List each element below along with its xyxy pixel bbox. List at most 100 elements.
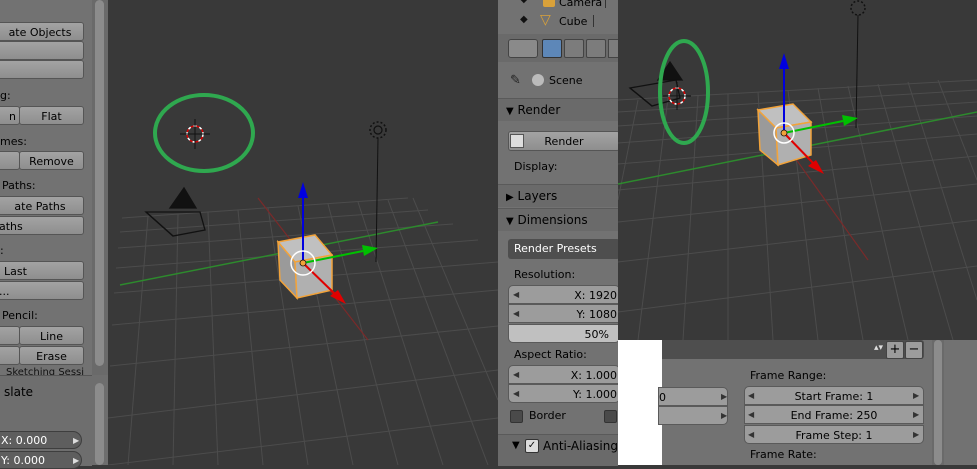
viewport-scene-2[interactable] <box>617 0 977 341</box>
shelf-button-remove[interactable]: Remove <box>19 151 84 170</box>
viewport-scene[interactable] <box>107 0 499 466</box>
mesh-icon: ▽ <box>540 12 551 28</box>
shelf-button-poly[interactable] <box>0 346 20 365</box>
shelf-button-history[interactable]: ... <box>0 281 84 300</box>
tool-shelf-scrollbar[interactable] <box>92 0 108 465</box>
frame-step-left-arrow-icon[interactable]: ◀ <box>748 430 754 439</box>
aspect-x-field[interactable]: X: 1.000 <box>508 365 620 384</box>
remove-preset-button[interactable]: − <box>905 341 923 359</box>
add-preset-button[interactable]: + <box>886 341 904 359</box>
operator-panel: slate X: 0.000 ▶ Y: 0.000 ▶ <box>0 375 92 469</box>
render-presets-menu[interactable]: Render Presets <box>508 239 620 259</box>
shelf-button-repeat-last[interactable]: Last <box>0 261 84 280</box>
resolution-percentage-field[interactable]: 50% <box>508 324 620 343</box>
frame-left-field-2[interactable] <box>658 406 728 425</box>
layers-panel-header[interactable]: ▶ Layers <box>498 184 618 207</box>
3d-viewport-main[interactable] <box>107 0 499 466</box>
lamp-object[interactable] <box>369 121 387 263</box>
end-frame-field[interactable]: End Frame: 250 <box>744 405 924 424</box>
shelf-button-clear-paths[interactable]: aths <box>0 216 84 235</box>
outliner-separator <box>605 0 606 8</box>
scene-icon <box>532 74 544 86</box>
operator-x-field[interactable]: X: 0.000 <box>0 431 82 449</box>
y-field-arrow-icon[interactable]: ▶ <box>73 456 79 465</box>
shelf-button-blank-1[interactable] <box>0 41 84 60</box>
start-frame-field[interactable]: Start Frame: 1 <box>744 386 924 405</box>
shelf-label-grease-pencil: Pencil: <box>2 309 38 322</box>
outliner-camera-label[interactable]: Camera <box>559 0 602 9</box>
annotation-circle <box>153 93 255 173</box>
operator-y-field[interactable]: Y: 0.000 <box>0 451 82 469</box>
aspect-y-field[interactable]: Y: 1.000 <box>508 384 620 403</box>
shelf-button-flat[interactable]: Flat <box>19 106 84 125</box>
anti-aliasing-expand-icon[interactable]: ▼ <box>512 440 520 451</box>
render-button-label: Render <box>544 135 584 148</box>
shelf-label-motion-paths: Paths: <box>2 179 36 192</box>
operator-title: slate <box>4 385 34 399</box>
frame-settings-panel: ▴▾ + − 0 ▶ ▶ Frame Range: Start Frame: 1… <box>658 340 977 465</box>
resolution-y-field[interactable]: Y: 1080 <box>508 304 620 323</box>
aspect-y-arrow-icon[interactable]: ◀ <box>513 389 519 398</box>
scene-label: Scene <box>549 74 583 87</box>
scrollbar-thumb-lower[interactable] <box>95 383 104 465</box>
anti-aliasing-title[interactable]: Anti-Aliasing <box>543 439 618 453</box>
dimensions-panel-title[interactable]: ▼ Dimensions <box>506 213 588 227</box>
outliner-expand-icon-2[interactable]: ◆ <box>520 14 528 25</box>
presets-menu-2[interactable] <box>662 340 924 359</box>
shelf-button-line[interactable]: Line <box>19 326 84 345</box>
end-frame-left-arrow-icon[interactable]: ◀ <box>748 410 754 419</box>
shelf-button-animate-objects[interactable]: ate Objects <box>0 22 84 41</box>
scrollbar-thumb[interactable] <box>95 0 104 366</box>
shelf-button-calculate-paths[interactable]: ate Paths <box>0 196 84 215</box>
outliner-cube-label[interactable]: Cube <box>559 15 587 28</box>
render-panel-header[interactable]: ▼ Render <box>498 98 618 121</box>
editor-type-menu-icon[interactable] <box>508 39 538 58</box>
res-y-arrow-icon[interactable]: ◀ <box>513 309 519 318</box>
aspect-ratio-label: Aspect Ratio: <box>514 348 587 361</box>
end-frame-right-arrow-icon[interactable]: ▶ <box>913 410 919 419</box>
left-field-2-arrow-icon[interactable]: ▶ <box>721 411 727 420</box>
anti-aliasing-checkbox[interactable]: ✓ <box>525 439 539 453</box>
res-x-arrow-icon[interactable]: ◀ <box>513 290 519 299</box>
blank-area <box>618 340 662 465</box>
outliner-expand-icon[interactable]: ◆ <box>520 0 528 5</box>
shelf-button-smooth[interactable]: n <box>0 106 20 125</box>
resolution-x-field[interactable]: X: 1920 <box>508 285 620 304</box>
frame-range-label: Frame Range: <box>750 369 827 382</box>
render-tab-icon[interactable] <box>542 39 562 58</box>
shelf-button-insert[interactable] <box>0 151 20 170</box>
start-frame-right-arrow-icon[interactable]: ▶ <box>913 391 919 400</box>
render-button[interactable]: Render <box>508 131 620 151</box>
start-frame-left-arrow-icon[interactable]: ◀ <box>748 391 754 400</box>
camera-object-2[interactable] <box>628 60 684 107</box>
resolution-label: Resolution: <box>514 268 576 281</box>
dimensions-panel-header[interactable]: ▼ Dimensions <box>498 208 618 231</box>
display-label: Display: <box>514 160 558 173</box>
aspect-x-arrow-icon[interactable]: ◀ <box>513 370 519 379</box>
3d-viewport-secondary[interactable] <box>617 0 977 341</box>
border-checkbox[interactable] <box>510 410 523 423</box>
frame-step-field[interactable]: Frame Step: 1 <box>744 425 924 444</box>
border-label: Border <box>529 409 566 422</box>
x-field-arrow-icon[interactable]: ▶ <box>73 436 79 445</box>
left-field-1-arrow-icon[interactable]: ▶ <box>721 392 727 401</box>
pin-icon[interactable]: ✎ <box>510 73 521 88</box>
panel-scrollbar-thumb[interactable] <box>934 340 942 465</box>
render-panel-title[interactable]: ▼ Render <box>506 103 560 117</box>
camera-object[interactable] <box>144 186 206 237</box>
frame-left-field-1[interactable]: 0 <box>658 387 728 406</box>
frame-step-right-arrow-icon[interactable]: ▶ <box>913 430 919 439</box>
layers-panel-title[interactable]: ▶ Layers <box>506 189 557 203</box>
frame-rate-label: Frame Rate: <box>750 448 817 461</box>
shelf-button-draw[interactable] <box>0 326 20 345</box>
camera-icon <box>543 0 555 7</box>
world-tab-icon[interactable] <box>586 39 606 58</box>
preset-updown-icon[interactable]: ▴▾ <box>874 343 883 353</box>
3d-cursor[interactable] <box>180 119 210 149</box>
shelf-button-blank-2[interactable] <box>0 60 84 79</box>
scene-tab-icon[interactable] <box>564 39 584 58</box>
crop-checkbox[interactable] <box>604 410 617 423</box>
shelf-button-erase[interactable]: Erase <box>19 346 84 365</box>
cube-object[interactable] <box>276 234 334 301</box>
shelf-label-repeat: : <box>0 244 4 257</box>
